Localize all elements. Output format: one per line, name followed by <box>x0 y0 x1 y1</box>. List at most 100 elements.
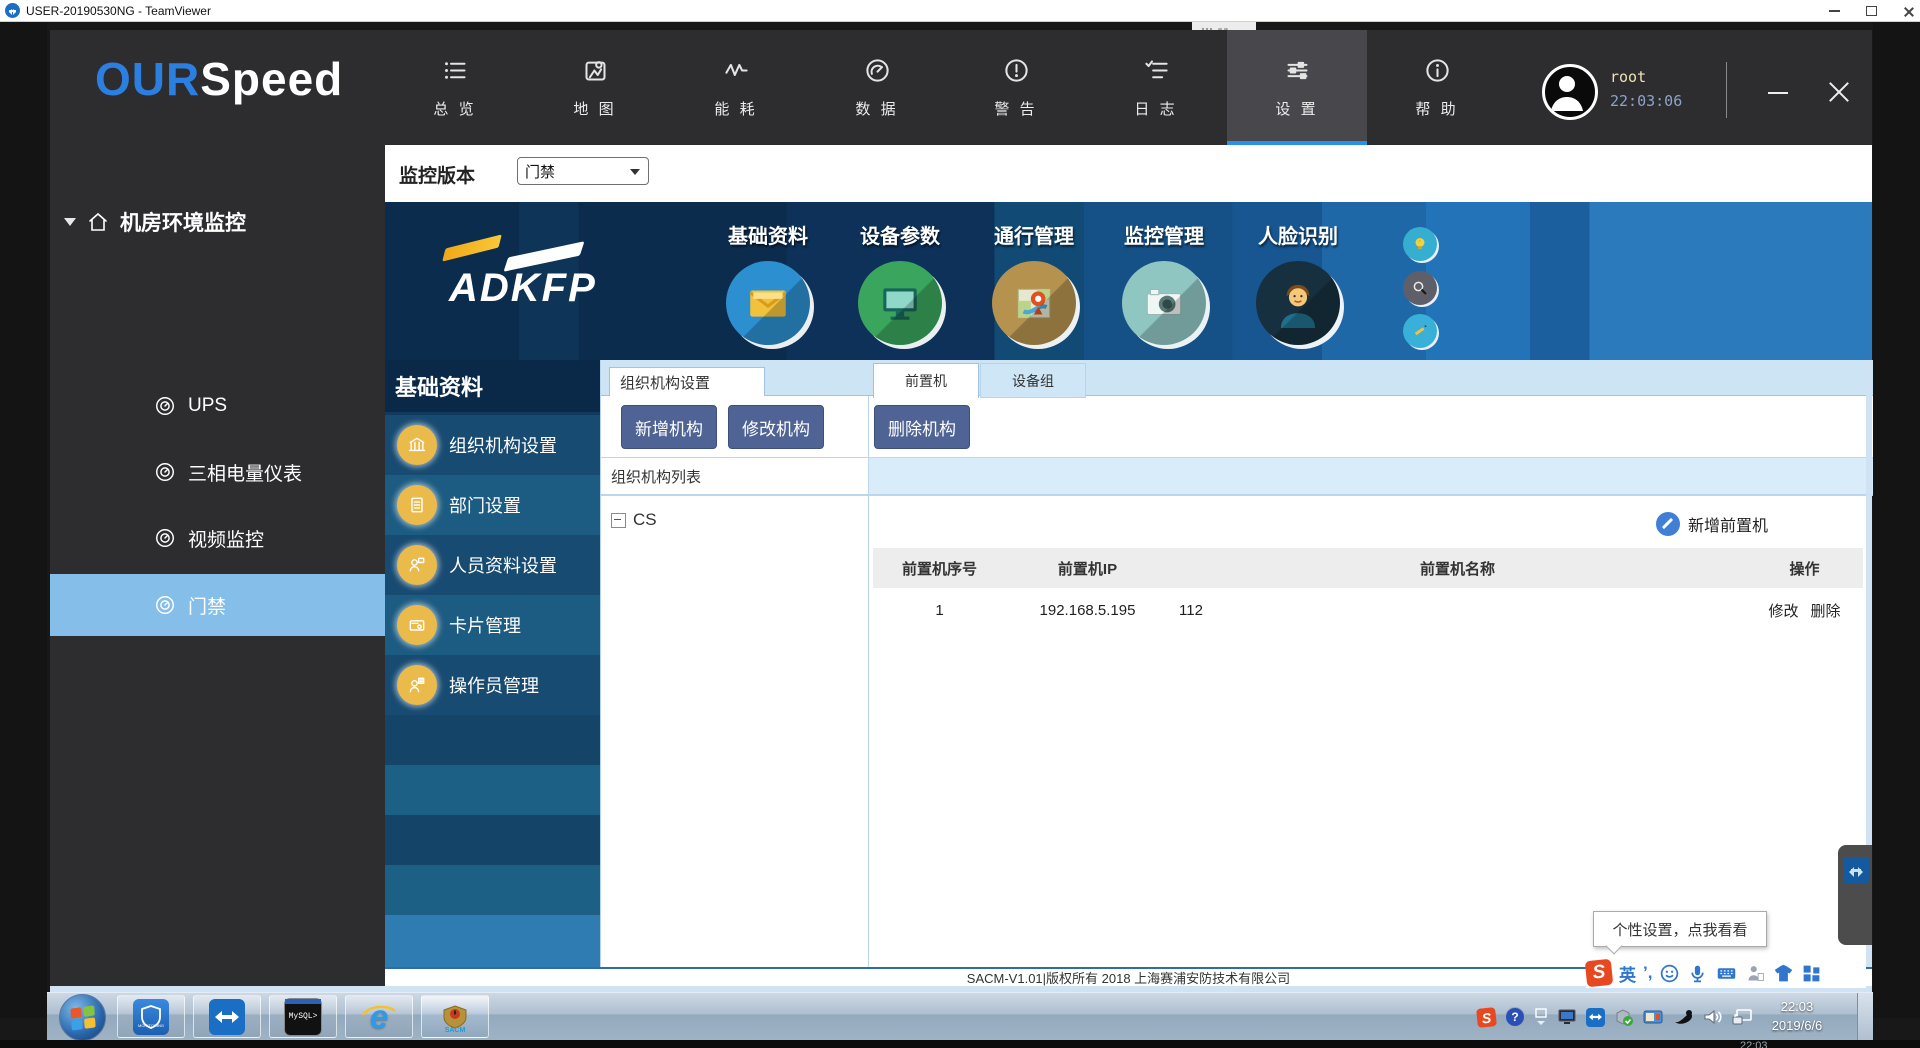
department-list-icon <box>397 485 437 525</box>
edit-org-button[interactable]: 修改机构 <box>728 405 824 449</box>
cell-ip: 192.168.5.195 <box>1006 590 1169 630</box>
show-desktop-button[interactable] <box>1857 993 1873 1041</box>
org-tree-node-cs[interactable]: CS <box>611 510 657 530</box>
logo-text-speed: Speed <box>200 53 343 105</box>
toolbox-grid-icon[interactable] <box>1801 963 1822 984</box>
workspace: 组织机构设置 新增机构 修改机构 删除机构 组织机构列表 CS 前置机 <box>600 360 1872 967</box>
module-monitor-management[interactable]: 监控管理 <box>1109 220 1219 345</box>
add-org-button[interactable]: 新增机构 <box>621 405 717 449</box>
logo-text-our: OUR <box>95 53 200 105</box>
front-tabs-strip <box>869 458 1873 496</box>
menu-item-operator[interactable]: 操作员管理 <box>385 655 600 715</box>
sogou-logo[interactable]: S <box>1585 959 1614 988</box>
taskbar-app-ie[interactable]: e <box>345 995 413 1038</box>
taskbar-app-teamviewer[interactable] <box>193 995 261 1038</box>
col-header-name: 前置机名称 <box>1169 548 1746 588</box>
taskbar-app-monitoring[interactable]: MONITORING <box>117 995 185 1038</box>
menu-item-department[interactable]: 部门设置 <box>385 475 600 535</box>
logo-swoosh-orange <box>442 234 502 261</box>
module-device-params[interactable]: 设备参数 <box>845 220 955 345</box>
nav-map[interactable]: 地 图 <box>545 30 645 145</box>
windows-taskbar: MONITORING MySQL> e <box>47 992 1873 1040</box>
tab-org-settings[interactable]: 组织机构设置 <box>609 367 765 397</box>
menu-item-personnel[interactable]: 人员资料设置 <box>385 535 600 595</box>
app-logo: OURSpeed <box>95 52 343 106</box>
sogou-punct-toggle[interactable]: ’, <box>1643 963 1652 983</box>
tray-computer-icon[interactable] <box>1557 1008 1577 1026</box>
pencil-circle-icon <box>1656 512 1680 536</box>
row-delete-link[interactable]: 删除 <box>1811 600 1841 621</box>
module-face-recognition[interactable]: 人脸识别 <box>1243 220 1353 345</box>
teamviewer-icon <box>5 3 20 18</box>
titlebar-minimize-icon[interactable] <box>1829 10 1840 12</box>
app-minimize-icon[interactable] <box>1768 92 1788 94</box>
nav-settings[interactable]: 设 置 <box>1227 30 1367 145</box>
sidebar-root-node[interactable]: 机房环境监控 <box>64 207 246 237</box>
taskbar-app-sacm[interactable]: SACM <box>421 995 489 1038</box>
teamviewer-side-panel-handle[interactable] <box>1838 845 1872 945</box>
taskbar-clock[interactable]: 22:03 2019/6/6 <box>1757 997 1837 1035</box>
ourspeed-app-window: OURSpeed 总 览 地 图 能 耗 <box>50 30 1872 992</box>
gauge-icon <box>154 395 176 417</box>
module-basic-data[interactable]: 基础资料 <box>713 220 823 345</box>
tray-volume-icon[interactable] <box>1703 1008 1723 1026</box>
desktop-left-margin <box>0 22 47 1018</box>
module-pass-management[interactable]: 通行管理 <box>979 220 1089 345</box>
menu-item-card-management[interactable]: 卡片管理 <box>385 595 600 655</box>
cell-seq: 1 <box>873 590 1006 630</box>
info-icon <box>1424 57 1451 84</box>
bulb-icon[interactable] <box>1403 227 1437 261</box>
operator-icon <box>397 665 437 705</box>
tray-network-icon[interactable] <box>1732 1008 1753 1026</box>
titlebar-close-icon[interactable] <box>1903 6 1914 17</box>
nav-alert[interactable]: 警 告 <box>966 30 1066 145</box>
taskbar-app-mysql[interactable]: MySQL> <box>269 995 337 1038</box>
tray-expand-icon[interactable] <box>1534 1008 1548 1026</box>
card-icon <box>397 605 437 645</box>
nav-data[interactable]: 数 据 <box>827 30 927 145</box>
header-divider <box>1726 62 1727 118</box>
pencil-icon[interactable] <box>1403 314 1437 348</box>
menu-item-org-settings[interactable]: 组织机构设置 <box>385 415 600 475</box>
user-avatar[interactable] <box>1542 64 1598 120</box>
skin-shirt-icon[interactable] <box>1773 963 1794 984</box>
sogou-lang-toggle[interactable]: 英 <box>1619 961 1636 986</box>
tray-installer-icon[interactable] <box>1614 1008 1634 1027</box>
emoji-icon[interactable] <box>1659 963 1680 984</box>
tray-audio-device-icon[interactable] <box>1672 1008 1694 1027</box>
monitor-icon <box>858 261 942 345</box>
sacm-app-icon: SACM <box>437 999 473 1035</box>
sliders-icon <box>1284 57 1311 84</box>
tray-card-reader-icon[interactable] <box>1643 1008 1663 1026</box>
nav-energy[interactable]: 能 耗 <box>686 30 786 145</box>
tray-help-icon[interactable]: ? <box>1505 1007 1525 1027</box>
nav-help[interactable]: 帮 助 <box>1387 30 1487 145</box>
tab-front-machine[interactable]: 前置机 <box>873 363 979 398</box>
add-front-machine-link[interactable]: 新增前置机 <box>1656 512 1768 536</box>
sidebar-item-access-control[interactable]: 门禁 <box>50 574 385 636</box>
version-select[interactable]: 门禁 <box>517 157 649 185</box>
checklist-icon <box>1143 57 1170 84</box>
nav-log[interactable]: 日 志 <box>1106 30 1206 145</box>
delete-org-button[interactable]: 删除机构 <box>874 405 970 449</box>
tree-collapse-icon[interactable] <box>611 513 626 528</box>
microphone-icon[interactable] <box>1687 963 1708 984</box>
sidebar-item-video[interactable]: 视频监控 <box>50 507 385 569</box>
shield-app-icon: MONITORING <box>133 999 169 1035</box>
app-close-icon[interactable] <box>1828 80 1850 102</box>
start-button[interactable] <box>59 994 106 1041</box>
tray-teamviewer-icon[interactable] <box>1586 1008 1605 1027</box>
tray-sogou-icon[interactable]: S <box>1476 1007 1497 1028</box>
magnifier-icon[interactable] <box>1403 271 1437 305</box>
handwriting-person-icon[interactable] <box>1745 963 1766 984</box>
titlebar-maximize-icon[interactable] <box>1866 6 1877 16</box>
sogou-tooltip[interactable]: 个性设置，点我看看 <box>1593 911 1767 947</box>
keyboard-icon[interactable] <box>1715 963 1738 984</box>
version-select-value: 门禁 <box>525 161 555 182</box>
desktop-right-margin <box>1873 22 1920 1018</box>
sidebar-item-ups[interactable]: UPS <box>50 375 385 437</box>
nav-overview[interactable]: 总 览 <box>405 30 505 145</box>
sidebar-item-power-meter[interactable]: 三相电量仪表 <box>50 441 385 503</box>
row-edit-link[interactable]: 修改 <box>1768 600 1798 621</box>
tab-device-group[interactable]: 设备组 <box>980 363 1086 398</box>
